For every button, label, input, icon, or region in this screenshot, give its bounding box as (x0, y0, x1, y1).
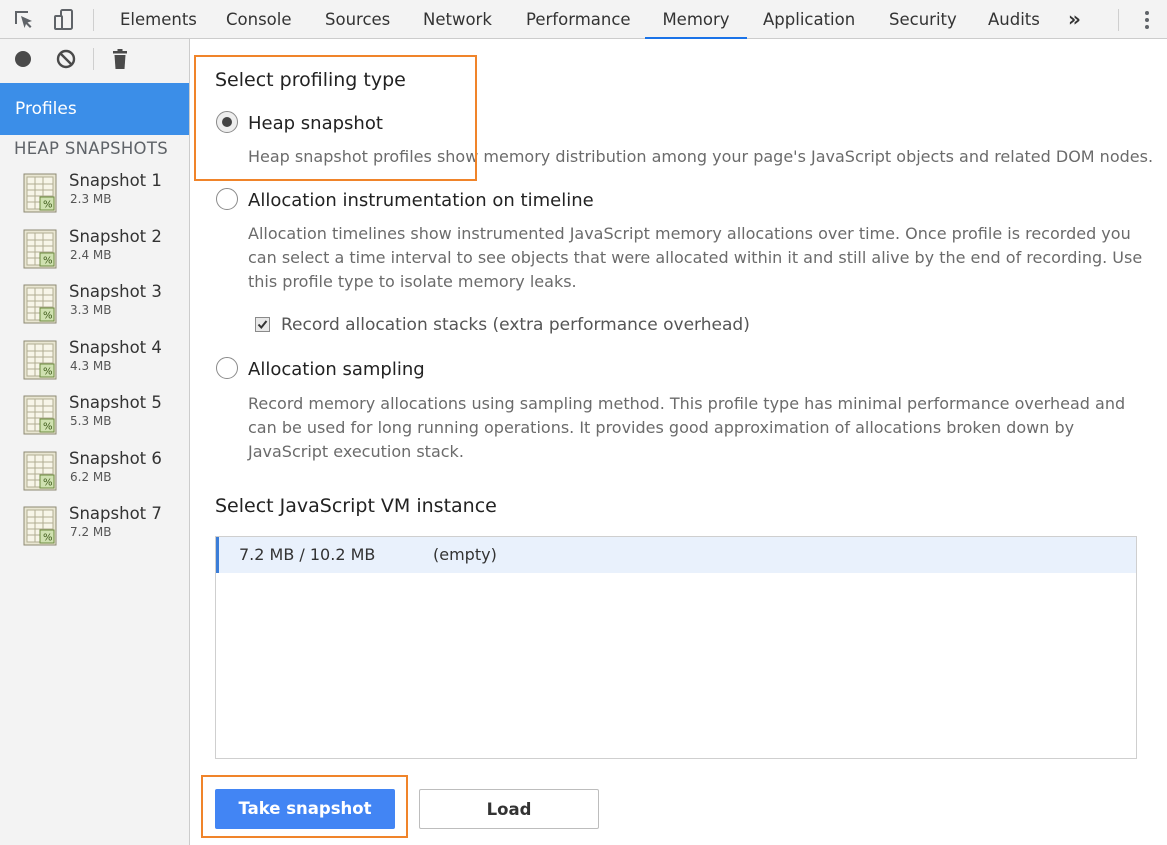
vm-instance-list: 7.2 MB / 10.2 MB (empty) (215, 536, 1137, 759)
snapshot-item[interactable]: % Snapshot 5 5.3 MB (0, 393, 189, 447)
svg-text:%: % (43, 366, 53, 377)
snapshot-size: 5.3 MB (70, 414, 112, 428)
snapshot-file-icon: % (23, 284, 57, 324)
snapshot-item[interactable]: % Snapshot 2 2.4 MB (0, 226, 189, 281)
snapshot-title: Snapshot 3 (69, 282, 162, 301)
heap-snapshot-description: Heap snapshot profiles show memory distr… (248, 147, 1154, 166)
svg-text:%: % (43, 422, 53, 433)
svg-text:%: % (43, 477, 53, 488)
allocation-timeline-label[interactable]: Allocation instrumentation on timeline (248, 190, 594, 211)
snapshot-file-icon: % (23, 340, 57, 379)
snapshot-title: Snapshot 4 (69, 337, 162, 357)
device-toolbar-icon[interactable] (52, 8, 76, 32)
record-stacks-label[interactable]: Record allocation stacks (extra performa… (281, 315, 750, 335)
toolbar-divider (1118, 9, 1119, 31)
devtools-tab-bar: Elements Console Sources Network Perform… (0, 0, 1167, 39)
snapshot-file-icon: % (23, 173, 57, 213)
snapshot-title: Snapshot 7 (69, 504, 162, 523)
trash-icon[interactable] (108, 47, 132, 71)
svg-text:%: % (43, 200, 53, 211)
allocation-sampling-label[interactable]: Allocation sampling (248, 359, 425, 380)
heap-snapshot-radio[interactable] (216, 111, 238, 133)
heap-snapshot-label[interactable]: Heap snapshot (248, 113, 383, 134)
toolbar-divider (93, 48, 94, 70)
heap-snapshots-group-label: HEAP SNAPSHOTS (14, 139, 168, 158)
clear-icon[interactable] (54, 47, 78, 71)
tab-application[interactable]: Application (763, 0, 855, 39)
profiles-sidebar: Profiles HEAP SNAPSHOTS % Snapshot 1 2.3 M… (0, 39, 190, 845)
snapshot-file-icon: % (23, 506, 57, 546)
tab-memory[interactable]: Memory (645, 0, 747, 39)
snapshot-item[interactable]: % Snapshot 7 7.2 MB (0, 504, 189, 558)
snapshot-size: 3.3 MB (70, 303, 112, 317)
take-snapshot-button[interactable]: Take snapshot (215, 789, 395, 829)
kebab-menu-icon[interactable] (1135, 8, 1159, 32)
vm-instance-memory: 7.2 MB / 10.2 MB (239, 545, 376, 564)
snapshot-title: Snapshot 6 (69, 448, 162, 468)
snapshot-item[interactable]: % Snapshot 4 4.3 MB (0, 337, 189, 392)
svg-text:%: % (43, 311, 53, 322)
sidebar-toolbar (0, 39, 189, 81)
snapshot-size: 4.3 MB (70, 358, 112, 373)
memory-panel: Select profiling type Heap snapshot Heap… (191, 39, 1167, 845)
snapshot-size: 6.2 MB (70, 469, 112, 484)
allocation-sampling-description: Record memory allocations using sampling… (248, 394, 1126, 461)
snapshot-title: Snapshot 2 (69, 226, 162, 246)
tab-elements[interactable]: Elements (120, 0, 197, 39)
inspect-element-icon[interactable] (12, 8, 36, 32)
svg-text:%: % (43, 533, 53, 544)
tab-performance[interactable]: Performance (526, 0, 631, 39)
allocation-timeline-description: Allocation timelines show instrumented J… (248, 224, 1143, 291)
tab-sources[interactable]: Sources (325, 0, 390, 39)
allocation-timeline-radio[interactable] (216, 188, 238, 210)
snapshot-file-icon: % (23, 395, 57, 435)
snapshot-size: 2.4 MB (70, 247, 112, 262)
svg-text:%: % (43, 255, 53, 266)
tab-security[interactable]: Security (889, 0, 957, 39)
checkmark-icon (257, 320, 268, 330)
snapshot-size: 2.3 MB (70, 192, 112, 206)
tab-console[interactable]: Console (226, 0, 292, 39)
snapshot-title: Snapshot 5 (69, 393, 162, 412)
snapshot-title: Snapshot 1 (69, 171, 162, 190)
tab-audits[interactable]: Audits (988, 0, 1040, 39)
snapshot-file-icon: % (23, 451, 57, 490)
snapshot-item[interactable]: % Snapshot 6 6.2 MB (0, 448, 189, 503)
vm-instance-title: Select JavaScript VM instance (215, 495, 497, 517)
tab-network[interactable]: Network (423, 0, 492, 39)
profiles-section-header[interactable]: Profiles (0, 83, 189, 135)
record-stacks-checkbox[interactable] (255, 317, 270, 332)
snapshot-size: 7.2 MB (70, 525, 112, 539)
snapshot-item[interactable]: % Snapshot 3 3.3 MB (0, 282, 189, 336)
snapshot-item[interactable]: % Snapshot 1 2.3 MB (0, 171, 189, 225)
snapshot-file-icon: % (23, 229, 57, 268)
allocation-sampling-radio[interactable] (216, 357, 238, 379)
vm-instance-row[interactable]: 7.2 MB / 10.2 MB (empty) (216, 537, 1136, 573)
vm-instance-name: (empty) (433, 545, 497, 564)
toolbar-divider (93, 9, 94, 31)
profiling-type-title: Select profiling type (215, 69, 406, 91)
load-button[interactable]: Load (419, 789, 599, 829)
more-tabs-icon[interactable]: » (1068, 0, 1081, 39)
record-icon[interactable] (11, 47, 35, 71)
